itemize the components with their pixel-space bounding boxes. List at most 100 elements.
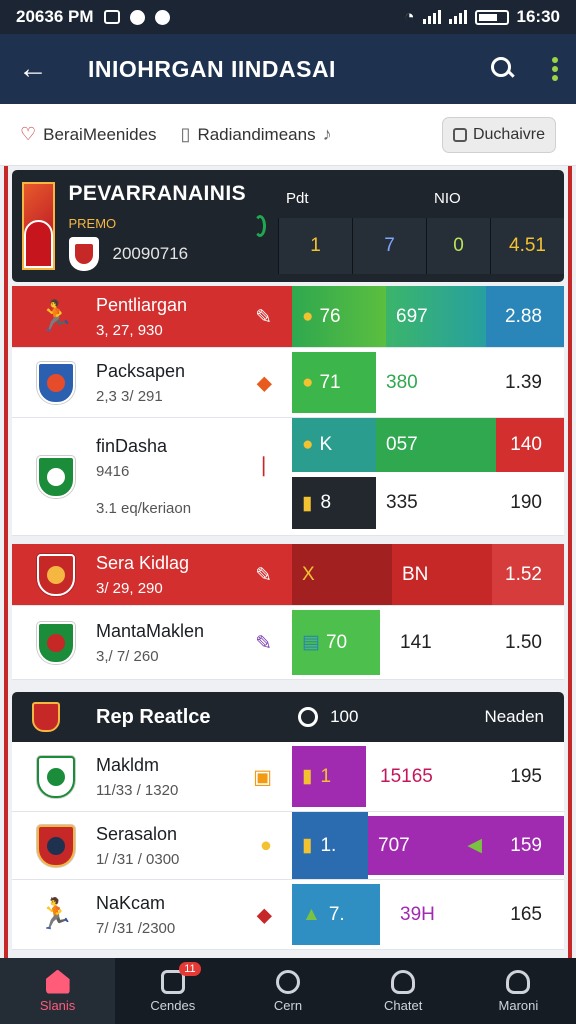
match-row[interactable]: Packsapen 2,3 3/ 291 ◆ ● 71 380 1.39 bbox=[12, 348, 564, 418]
match-row[interactable]: 🏃 Pentliargan 3, 27, 930 ✎ ● 76 697 2.88 bbox=[12, 286, 564, 348]
flag-icon[interactable]: ❘ bbox=[255, 452, 272, 477]
notification-dot-icon bbox=[129, 9, 145, 25]
left-accent-strip bbox=[4, 166, 8, 958]
section-badge-icon bbox=[32, 702, 60, 732]
row-cell: X bbox=[292, 544, 392, 605]
row-cell: 15165 bbox=[366, 742, 496, 811]
row-sub: 2,3 3/ 291 bbox=[96, 387, 163, 405]
featured-stats: Pdt NIO 1 7 0 4.51 bbox=[278, 178, 564, 274]
featured-player-card[interactable]: PEVARRANAINIS PREMO 20090716 Pdt NIO 1 7… bbox=[12, 170, 564, 282]
message-icon bbox=[103, 10, 120, 24]
row-sub: 3,/ 7/ 260 bbox=[96, 647, 159, 665]
edit-icon[interactable]: ✎ bbox=[255, 562, 272, 587]
medal-icon[interactable]: ● bbox=[260, 834, 272, 857]
tab-profile[interactable]: Maroni bbox=[461, 958, 576, 1024]
stat-header bbox=[490, 178, 564, 218]
loading-icon bbox=[254, 215, 266, 237]
badge-icon[interactable]: ◆ bbox=[257, 902, 272, 927]
match-row[interactable]: Sera Kidlag 3/ 29, 290 ✎ X BN 1.52 bbox=[12, 544, 564, 606]
match-row[interactable]: MantaMaklen 3,/ 7/ 260 ✎ ▤ 70 141 1.50 bbox=[12, 606, 564, 680]
row-cell: ● 76 bbox=[292, 286, 386, 347]
stat-header: Pdt bbox=[286, 190, 309, 207]
cell-value: 057 bbox=[386, 433, 418, 455]
app-bar: ← INIOHRGAN IINDASAI bbox=[0, 34, 576, 104]
cell-value: 195 bbox=[510, 765, 542, 787]
info-icon bbox=[276, 969, 300, 994]
list-item[interactable]: Makldm 11/33 / 1320 ▣ ▮ 1 15165 195 bbox=[12, 742, 564, 812]
row-cell: ● K bbox=[292, 418, 376, 472]
cell-value: K bbox=[319, 433, 333, 455]
bottom-navigation: Slanis 11 Cendes Cern Chatet Maroni bbox=[0, 958, 576, 1024]
tab-chat[interactable]: Chatet bbox=[346, 958, 461, 1024]
cell-value: 159 bbox=[510, 834, 542, 856]
row-sub: 3/ 29, 290 bbox=[96, 579, 163, 597]
filter-button-label: Duchaivre bbox=[472, 125, 545, 143]
match-row[interactable]: finDasha 9416 3.1 eq/keriaon ❘ ● K 057 14… bbox=[12, 418, 564, 536]
team-logo bbox=[34, 619, 78, 667]
tab-label: Cendes bbox=[150, 997, 196, 1013]
row-cell: 707 ◀ bbox=[368, 816, 488, 875]
cell-value: 140 bbox=[510, 433, 542, 455]
right-accent-strip bbox=[568, 166, 572, 958]
section-count: 100 bbox=[330, 707, 359, 726]
edit-icon[interactable]: ✎ bbox=[255, 630, 272, 655]
tab-cards[interactable]: 11 Cendes bbox=[115, 958, 230, 1024]
status-time: 20636 PM bbox=[16, 7, 94, 26]
notification-badge: 11 bbox=[179, 962, 201, 976]
row-cell: 1.52 bbox=[492, 544, 564, 605]
pill-icon[interactable]: ◆ bbox=[257, 370, 272, 395]
edit-icon[interactable]: ✎ bbox=[255, 304, 272, 329]
cell-value: 70 bbox=[325, 631, 348, 653]
cell-value: 1.39 bbox=[505, 371, 542, 393]
tab-home[interactable]: Slanis bbox=[0, 958, 116, 1024]
row-cell: 141 bbox=[380, 606, 490, 679]
signal-icon bbox=[422, 10, 441, 24]
cell-value: 697 bbox=[396, 305, 428, 327]
cell-value: 1.50 bbox=[505, 631, 542, 653]
list-item[interactable]: Serasalon 1/ /31 / 0300 ● ▮ 1. 707 ◀ 159 bbox=[12, 812, 564, 880]
stat-value: 4.51 bbox=[490, 218, 564, 274]
bag-icon[interactable]: ▣ bbox=[253, 764, 272, 789]
cell-value: 15165 bbox=[380, 765, 433, 787]
featured-sub: PREMO bbox=[68, 215, 117, 231]
music-icon: ♪ bbox=[322, 124, 332, 144]
cell-value: 76 bbox=[319, 305, 341, 327]
coin-icon: ● bbox=[302, 433, 314, 455]
row-cell: ● 71 bbox=[292, 352, 376, 413]
status-bar: 20636 PM ◔ 16:30 bbox=[0, 0, 576, 34]
team-logo bbox=[34, 453, 78, 501]
row-name: Makldm bbox=[96, 754, 160, 775]
back-arrow-icon[interactable]: ← bbox=[18, 52, 58, 86]
player-avatar: 🏃 bbox=[37, 898, 75, 931]
cell-value: 71 bbox=[319, 371, 341, 393]
row-name: MantaMaklen bbox=[96, 620, 205, 641]
tree-icon: ▲ bbox=[302, 903, 321, 925]
shield-icon: ♡ bbox=[20, 124, 37, 144]
row-sub: 7/ /31 /2300 bbox=[96, 919, 176, 937]
notification-dot-icon bbox=[154, 9, 170, 25]
row-cell: 159 bbox=[488, 816, 564, 875]
cell-value: 1 bbox=[320, 765, 332, 787]
row-cell: 140 bbox=[496, 418, 564, 472]
clock-icon bbox=[298, 707, 319, 727]
section-label: Neaden bbox=[484, 707, 544, 726]
profile-icon bbox=[506, 969, 531, 994]
team-logo bbox=[34, 359, 78, 407]
filter-chip-2[interactable]: ▯ Radiandimeans ♪ bbox=[181, 124, 332, 145]
cell-value: 335 bbox=[386, 492, 418, 514]
signal-icon bbox=[448, 10, 467, 24]
list-item[interactable]: 🏃 NaKcam 7/ /31 /2300 ◆ ▲ 7. 39H 165 bbox=[12, 880, 564, 950]
filter-bar: ♡ BeraiMeenides ▯ Radiandimeans ♪ Duchai… bbox=[0, 104, 576, 166]
coin-icon: ▤ bbox=[302, 632, 320, 653]
cell-value: X bbox=[302, 563, 315, 585]
row-name: Serasalon bbox=[96, 823, 178, 844]
filter-button[interactable]: Duchaivre bbox=[441, 116, 556, 153]
row-cell: 165 bbox=[490, 880, 564, 949]
more-vert-icon[interactable] bbox=[552, 57, 558, 81]
stat-header bbox=[352, 178, 426, 218]
tab-coin[interactable]: Cern bbox=[230, 958, 345, 1024]
filter-chip-1[interactable]: ♡ BeraiMeenides bbox=[20, 124, 157, 145]
row-cell: ▮ 1 bbox=[292, 746, 366, 807]
search-icon[interactable] bbox=[490, 56, 516, 82]
row-cell: ▮ 8 bbox=[292, 477, 376, 530]
